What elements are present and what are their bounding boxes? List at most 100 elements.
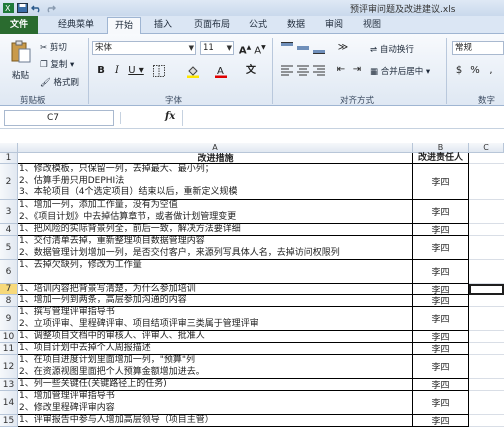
- cell-owner[interactable]: 李四: [413, 164, 469, 200]
- grow-font-icon[interactable]: A▲: [238, 41, 252, 56]
- cell-measures[interactable]: 1、撰写管理评审指导书 2、立项评审、里程碑评审、项目结项评审三类属于管理评审: [18, 307, 413, 331]
- cell-measures[interactable]: 1、去掉欠缺列，修改为工作量: [18, 260, 413, 284]
- tab-review[interactable]: 审阅: [318, 17, 350, 34]
- cell-measures[interactable]: 1、增加管理评审指导书 2、修改里程碑评审内容: [18, 391, 413, 415]
- cell-c[interactable]: [469, 331, 504, 343]
- paste-icon[interactable]: [10, 40, 32, 64]
- tab-insert[interactable]: 插入: [146, 17, 180, 34]
- copy-button[interactable]: ❐ 复制 ▾: [40, 58, 74, 70]
- wrap-text-button[interactable]: ⇌ 自动换行: [370, 43, 414, 55]
- cell-c[interactable]: [469, 355, 504, 379]
- row-header[interactable]: 5: [0, 236, 18, 260]
- header-cell-measures[interactable]: 改进措施: [18, 153, 413, 164]
- cell-measures[interactable]: 1、评审报告中参与人增加高层领导（项目主管）: [18, 415, 413, 427]
- cell-c[interactable]: [469, 415, 504, 427]
- row-header[interactable]: 2: [0, 164, 18, 200]
- cell-measures[interactable]: 1、修改模板，只保留一列，去掉最大、最小列； 2、估算手册只用DEPHI法 3、本轮…: [18, 164, 413, 200]
- row-header[interactable]: 14: [0, 391, 18, 415]
- select-all-corner[interactable]: [0, 143, 18, 153]
- increase-indent-icon[interactable]: ⇥: [350, 63, 364, 77]
- percent-button[interactable]: %: [468, 64, 482, 78]
- formula-input[interactable]: [182, 110, 504, 126]
- cell-c[interactable]: [469, 260, 504, 284]
- cell-measures[interactable]: 1、列一些关键任(关键路径上的任务): [18, 379, 413, 391]
- tab-home[interactable]: 开始: [107, 17, 141, 35]
- cell-c[interactable]: [469, 164, 504, 200]
- cell-c[interactable]: [469, 343, 504, 355]
- decrease-indent-icon[interactable]: ⇤: [334, 63, 348, 77]
- cell-owner[interactable]: 李四: [413, 307, 469, 331]
- cell-measures[interactable]: 1、培训内容把背景写清楚，为什么参加培训: [18, 284, 413, 295]
- row-header[interactable]: 11: [0, 343, 18, 355]
- row-header[interactable]: 4: [0, 224, 18, 236]
- align-left-icon[interactable]: [280, 63, 294, 77]
- fill-color-icon[interactable]: [186, 64, 200, 78]
- format-painter-button[interactable]: 🖌 格式刷: [40, 76, 79, 88]
- column-header-c[interactable]: C: [469, 143, 504, 153]
- tab-view[interactable]: 视图: [356, 17, 388, 34]
- row-header[interactable]: 9: [0, 307, 18, 331]
- cell-c[interactable]: [469, 153, 504, 164]
- font-name-combo[interactable]: 宋体 ▼: [92, 41, 196, 55]
- row-header[interactable]: 6: [0, 260, 18, 284]
- tab-data[interactable]: 数据: [280, 17, 312, 34]
- cell-owner[interactable]: 李四: [413, 379, 469, 391]
- phonetic-icon[interactable]: 文: [244, 64, 258, 78]
- cell-measures[interactable]: 1、调整项目文档中的审核人、评审人、批准人: [18, 331, 413, 343]
- comma-button[interactable]: ,: [484, 64, 498, 78]
- active-cell-c7[interactable]: [469, 284, 504, 295]
- undo-icon[interactable]: [31, 3, 42, 13]
- save-icon[interactable]: [17, 3, 28, 13]
- name-box[interactable]: C7: [4, 110, 114, 126]
- row-header[interactable]: 7: [0, 284, 18, 295]
- orientation-icon[interactable]: ≫: [336, 41, 350, 55]
- cell-c[interactable]: [469, 224, 504, 236]
- underline-button[interactable]: U ▾: [125, 64, 147, 78]
- row-header[interactable]: 3: [0, 200, 18, 224]
- bold-button[interactable]: B: [94, 64, 108, 78]
- cell-owner[interactable]: 李四: [413, 260, 469, 284]
- row-header[interactable]: 1: [0, 153, 18, 164]
- cell-owner[interactable]: 李四: [413, 236, 469, 260]
- row-header[interactable]: 15: [0, 415, 18, 427]
- cell-measures[interactable]: 1、增加一列，添加工作量，没有为空值 2、《项目计划》中去掉估算章节，或者做计划管…: [18, 200, 413, 224]
- cell-c[interactable]: [469, 307, 504, 331]
- cell-measures[interactable]: 1、把风险的实际背景列全，前后一致，解决方法要详细: [18, 224, 413, 236]
- insert-function-button[interactable]: fx: [165, 111, 175, 122]
- align-bottom-icon[interactable]: [312, 41, 326, 55]
- align-right-icon[interactable]: [312, 63, 326, 77]
- paste-button[interactable]: 粘贴: [12, 69, 29, 81]
- tab-classic-menu[interactable]: 经典菜单: [48, 17, 104, 34]
- shrink-font-icon[interactable]: A▼: [253, 41, 267, 56]
- cell-owner[interactable]: 李四: [413, 415, 469, 427]
- cell-owner[interactable]: 李四: [413, 224, 469, 236]
- row-header[interactable]: 8: [0, 295, 18, 307]
- cell-c[interactable]: [469, 391, 504, 415]
- cell-c[interactable]: [469, 379, 504, 391]
- cell-owner[interactable]: 李四: [413, 295, 469, 307]
- cut-button[interactable]: ✂ 剪切: [40, 41, 67, 53]
- font-size-combo[interactable]: 11 ▼: [200, 41, 234, 55]
- number-format-combo[interactable]: 常规: [452, 41, 504, 55]
- merge-center-button[interactable]: ▦ 合并后居中 ▾: [370, 65, 430, 77]
- row-header[interactable]: 10: [0, 331, 18, 343]
- align-center-icon[interactable]: [296, 63, 310, 77]
- redo-icon[interactable]: [45, 3, 56, 13]
- align-top-icon[interactable]: [280, 41, 294, 55]
- cell-measures[interactable]: 1、在项目进度计划里面增加一列，"预算"列 2、在资源视图里面把个人预算金额增加进…: [18, 355, 413, 379]
- cell-owner[interactable]: 李四: [413, 200, 469, 224]
- header-cell-owner[interactable]: 改进责任人: [413, 153, 469, 164]
- cell-owner[interactable]: 李四: [413, 391, 469, 415]
- align-middle-icon[interactable]: [296, 41, 310, 55]
- cell-c[interactable]: [469, 236, 504, 260]
- font-color-icon[interactable]: A: [214, 64, 228, 78]
- tab-formulas[interactable]: 公式: [242, 17, 274, 34]
- cell-owner[interactable]: 李四: [413, 355, 469, 379]
- row-header[interactable]: 12: [0, 355, 18, 379]
- column-header-a[interactable]: A: [18, 143, 413, 153]
- cell-owner[interactable]: 李四: [413, 343, 469, 355]
- row-header[interactable]: 13: [0, 379, 18, 391]
- tab-file[interactable]: 文件: [0, 16, 38, 34]
- italic-button[interactable]: I: [110, 64, 124, 78]
- cell-measures[interactable]: 1、交付清单去掉，重新整理项目数据管理内容 2、数据管理计划增加一列，是否交付客户…: [18, 236, 413, 260]
